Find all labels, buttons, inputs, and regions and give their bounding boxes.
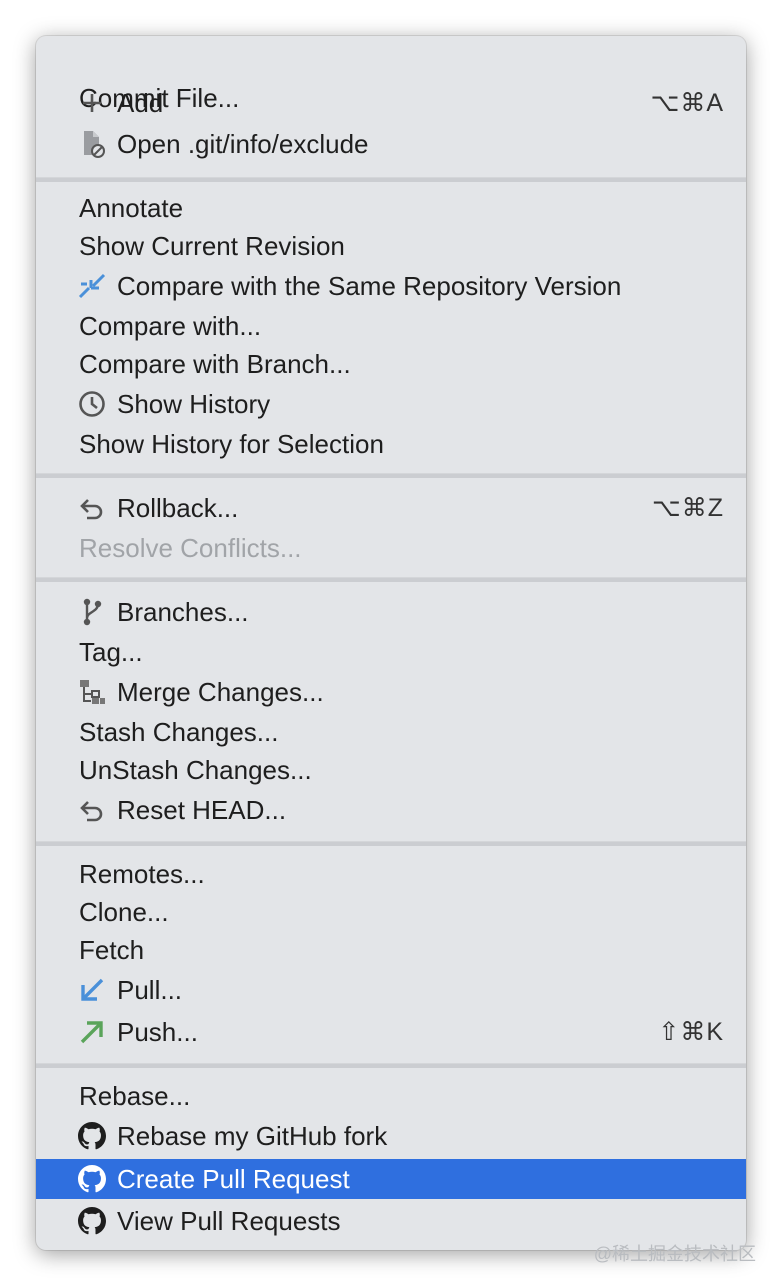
menu-item-add[interactable]: Add ⌥⌘A	[36, 83, 746, 123]
menu-item-label: Push...	[117, 1016, 198, 1047]
menu-item-label: Rollback...	[117, 492, 239, 523]
menu-item-label: Merge Changes...	[117, 676, 324, 707]
menu-item-unstash-changes[interactable]: UnStash Changes...	[36, 750, 746, 790]
menu-item-branches[interactable]: Branches...	[36, 592, 746, 632]
menu-item-remotes[interactable]: Remotes...	[36, 854, 746, 894]
menu-item-create-pull-request[interactable]: Create Pull Request	[36, 1159, 746, 1199]
menu-item-shortcut: ⇧⌘K	[658, 1018, 724, 1046]
menu-item-stash-changes[interactable]: Stash Changes...	[36, 712, 746, 752]
pull-arrow-icon	[77, 975, 107, 1005]
menu-item-label: Resolve Conflicts...	[79, 532, 302, 563]
menu-item-show-current-revision[interactable]: Show Current Revision	[36, 226, 746, 266]
menu-separator	[36, 177, 746, 182]
menu-item-label: Fetch	[79, 934, 145, 965]
menu-item-label: Create Pull Request	[117, 1163, 350, 1194]
menu-item-open-exclude[interactable]: Open .git/info/exclude	[36, 124, 746, 164]
menu-item-rebase[interactable]: Rebase...	[36, 1076, 746, 1116]
menu-separator	[36, 1063, 746, 1068]
menu-item-label: Show History for Selection	[79, 428, 384, 459]
github-icon	[77, 1164, 107, 1194]
menu-item-label: Show History	[117, 388, 271, 419]
undo-icon	[77, 795, 107, 825]
watermark: @稀土掘金技术社区	[593, 1244, 756, 1264]
menu-item-label: Tag...	[79, 636, 143, 667]
menu-item-label: Annotate	[79, 192, 184, 223]
menu-item-label: Open .git/info/exclude	[117, 128, 369, 159]
menu-item-pull[interactable]: Pull...	[36, 970, 746, 1010]
menu-item-label: Reset HEAD...	[117, 794, 287, 825]
clock-icon	[77, 389, 107, 419]
menu-item-label: View Pull Requests	[117, 1205, 341, 1236]
menu-item-compare-with-branch[interactable]: Compare with Branch...	[36, 344, 746, 384]
menu-item-label: Remotes...	[79, 858, 205, 889]
menu-item-label: Compare with the Same Repository Version	[117, 270, 622, 301]
plus-icon	[77, 88, 107, 118]
menu-item-label: Clone...	[79, 896, 169, 927]
menu-item-rebase-github-fork[interactable]: Rebase my GitHub fork	[36, 1116, 746, 1156]
push-arrow-icon	[77, 1017, 107, 1047]
menu-separator	[36, 841, 746, 846]
menu-item-label: Pull...	[117, 974, 183, 1005]
menu-separator	[36, 473, 746, 478]
menu-separator	[36, 577, 746, 582]
menu-item-label: Compare with Branch...	[79, 348, 351, 379]
compare-arrows-icon	[77, 271, 107, 301]
menu-item-show-history-selection[interactable]: Show History for Selection	[36, 424, 746, 464]
vcs-context-menu: Commit File... Add ⌥⌘A Open .git/info/ex…	[36, 36, 746, 1250]
menu-item-label: Rebase my GitHub fork	[117, 1120, 388, 1151]
menu-item-fetch[interactable]: Fetch	[36, 930, 746, 970]
menu-item-merge-changes[interactable]: Merge Changes...	[36, 672, 746, 712]
file-ignore-icon	[77, 129, 107, 159]
menu-item-tag[interactable]: Tag...	[36, 632, 746, 672]
menu-item-show-history[interactable]: Show History	[36, 384, 746, 424]
menu-item-label: Rebase...	[79, 1080, 191, 1111]
menu-item-annotate[interactable]: Annotate	[36, 188, 746, 228]
menu-item-reset-head[interactable]: Reset HEAD...	[36, 790, 746, 830]
menu-item-label: Show Current Revision	[79, 230, 345, 261]
menu-item-rollback[interactable]: Rollback... ⌥⌘Z	[36, 488, 746, 528]
menu-item-compare-same-version[interactable]: Compare with the Same Repository Version	[36, 266, 746, 306]
github-icon	[77, 1121, 107, 1151]
menu-item-compare-with[interactable]: Compare with...	[36, 306, 746, 346]
menu-item-shortcut: ⌥⌘Z	[651, 494, 724, 522]
branch-icon	[77, 597, 107, 627]
merge-tree-icon	[77, 677, 107, 707]
undo-icon	[77, 493, 107, 523]
github-icon	[77, 1206, 107, 1236]
menu-item-push[interactable]: Push... ⇧⌘K	[36, 1012, 746, 1052]
menu-item-label: Stash Changes...	[79, 716, 279, 747]
menu-item-label: Compare with...	[79, 310, 262, 341]
menu-item-label: UnStash Changes...	[79, 754, 312, 785]
menu-item-resolve-conflicts: Resolve Conflicts...	[36, 528, 746, 568]
menu-item-view-pull-requests[interactable]: View Pull Requests	[36, 1201, 746, 1241]
menu-item-label: Branches...	[117, 596, 249, 627]
menu-item-label: Add	[117, 87, 164, 118]
menu-item-shortcut: ⌥⌘A	[650, 89, 724, 117]
menu-item-clone[interactable]: Clone...	[36, 892, 746, 932]
